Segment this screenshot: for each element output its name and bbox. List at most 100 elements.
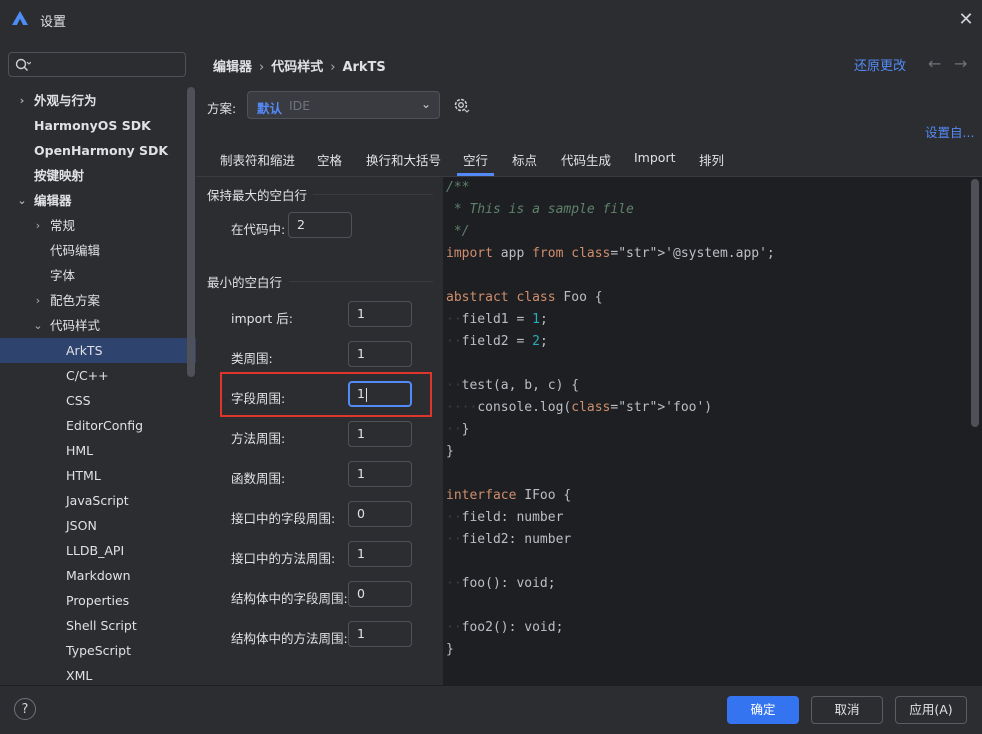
blank-lines-settings: 保持最大的空白行 在代码中: 2 最小的空白行 import 后: 1 类周围: 1 字… [196,177,442,685]
sidebar-item[interactable]: 字体 [0,263,196,288]
blank-lines-label: 方法周围: [231,431,286,446]
sidebar-item[interactable]: JavaScript [0,488,196,513]
sidebar-item[interactable]: › 常规 [0,213,196,238]
blank-lines-field[interactable]: 0 [348,501,412,527]
code-line: ··field1 = 1; [446,312,548,327]
blank-lines-field[interactable]: 1 [348,541,412,567]
tab[interactable]: 排列 [699,150,724,169]
sidebar-item[interactable]: CSS [0,388,196,413]
preview-scrollbar[interactable] [971,179,979,427]
breadcrumb-separator: › [330,60,336,75]
section-divider [289,281,433,282]
code-line: * This is a sample file [446,202,634,217]
tab[interactable]: 标点 [512,150,537,169]
chevron-right-icon[interactable]: › [32,288,44,313]
chevron-right-icon[interactable]: › [32,213,44,238]
forward-arrow-icon[interactable]: → [954,54,967,73]
sidebar-item-label: OpenHarmony SDK [34,143,169,158]
code-line: ··field2 = 2; [446,334,548,349]
help-button[interactable]: ? [14,698,36,720]
close-icon[interactable]: ✕ [954,8,978,32]
chevron-down-icon[interactable]: ⌄ [32,313,44,338]
sidebar-item-label: 按键映射 [34,168,85,183]
sidebar-item[interactable]: Shell Script [0,613,196,638]
sidebar-item-label: TypeScript [66,643,131,658]
sidebar-item-label: 编辑器 [34,193,72,208]
blank-lines-label: 函数周围: [231,471,286,486]
blank-lines-field[interactable]: 1 [348,341,412,367]
tab[interactable]: 代码生成 [561,150,611,169]
sidebar-item[interactable]: TypeScript [0,638,196,663]
sidebar-item[interactable]: › 配色方案 [0,288,196,313]
sidebar-item[interactable]: 按键映射 [0,163,196,188]
chevron-right-icon[interactable]: › [16,88,28,113]
sidebar-item[interactable]: EditorConfig [0,413,196,438]
chevron-down-icon[interactable]: ⌄ [16,188,28,213]
sidebar-item-label: HarmonyOS SDK [34,118,151,133]
tab[interactable]: 换行和大括号 [366,150,441,169]
breadcrumb-item-editor[interactable]: 编辑器 [213,60,252,75]
sidebar-item[interactable]: JSON [0,513,196,538]
blank-lines-value: 0 [357,586,365,601]
sidebar-scrollbar[interactable] [187,87,195,377]
blank-lines-label: 结构体中的方法周围: [231,631,348,646]
tab[interactable]: Import [634,150,676,165]
blank-lines-field[interactable]: 1 [348,301,412,327]
code-line: } [446,444,454,459]
blank-lines-field[interactable]: 1 [348,621,412,647]
search-input[interactable] [8,52,186,77]
cancel-button[interactable]: 取消 [811,696,883,724]
in-code-label: 在代码中: [231,222,286,237]
sidebar-item[interactable]: HML [0,438,196,463]
sidebar-item[interactable]: HTML [0,463,196,488]
sidebar-item[interactable]: Markdown [0,563,196,588]
sidebar-item[interactable]: 代码编辑 [0,238,196,263]
apply-button[interactable]: 应用(A) [895,696,967,724]
sidebar-item-label: CSS [66,393,91,408]
scheme-dropdown[interactable]: 默认 IDE ⌄ [247,91,440,119]
min-section-title: 最小的空白行 [207,275,283,290]
sidebar-item-label: EditorConfig [66,418,144,433]
scheme-label: 方案: [207,101,237,116]
set-from-link[interactable]: 设置自... [925,122,974,141]
breadcrumb-item-code-style[interactable]: 代码样式 [271,60,323,75]
blank-lines-value: 0 [357,506,365,521]
blank-lines-value: 1 [357,306,365,321]
code-line: ··foo2(): void; [446,620,564,635]
keep-max-section-title: 保持最大的空白行 [207,188,308,203]
blank-lines-value: 1 [357,546,365,561]
sidebar-item-label: 字体 [50,268,76,283]
blank-lines-field[interactable]: 1 [348,421,412,447]
sidebar-item[interactable]: Properties [0,588,196,613]
back-arrow-icon[interactable]: ← [928,54,941,73]
ok-button[interactable]: 确定 [727,696,799,724]
settings-sidebar: › 外观与行为 HarmonyOS SDK OpenHarmony SDK 按键映射 ⌄ 编… [0,40,196,685]
tab[interactable]: 空行 [456,150,495,176]
blank-lines-label: import 后: [231,311,293,326]
blank-lines-field[interactable]: 0 [348,581,412,607]
tab[interactable]: 制表符和缩进 [220,150,295,169]
blank-lines-label: 结构体中的字段周围: [231,591,348,606]
revert-changes-link[interactable]: 还原更改 [854,55,906,74]
sidebar-item[interactable]: OpenHarmony SDK [0,138,196,163]
sidebar-item[interactable]: HarmonyOS SDK [0,113,196,138]
tab[interactable]: 空格 [317,150,342,169]
scheme-value: 默认 [257,101,283,116]
sidebar-item[interactable]: ⌄ 代码样式 [0,313,196,338]
sidebar-item[interactable]: LLDB_API [0,538,196,563]
breadcrumb-item-arkts: ArkTS [342,60,386,75]
sidebar-item[interactable]: ArkTS [0,338,196,363]
sidebar-item-label: 常规 [50,218,76,233]
blank-lines-value: 1 [357,466,365,481]
blank-lines-label: 接口中的字段周围: [231,511,336,526]
sidebar-item[interactable]: › 外观与行为 [0,88,196,113]
sidebar-item[interactable]: ⌄ 编辑器 [0,188,196,213]
sidebar-item[interactable]: XML [0,663,196,685]
sidebar-item-label: Markdown [66,568,131,583]
in-code-field[interactable]: 2 [288,212,352,238]
code-line: ··test(a, b, c) { [446,378,580,393]
app-logo-icon [12,11,28,25]
gear-icon[interactable] [452,96,470,114]
blank-lines-field[interactable]: 1 [348,461,412,487]
sidebar-item[interactable]: C/C++ [0,363,196,388]
